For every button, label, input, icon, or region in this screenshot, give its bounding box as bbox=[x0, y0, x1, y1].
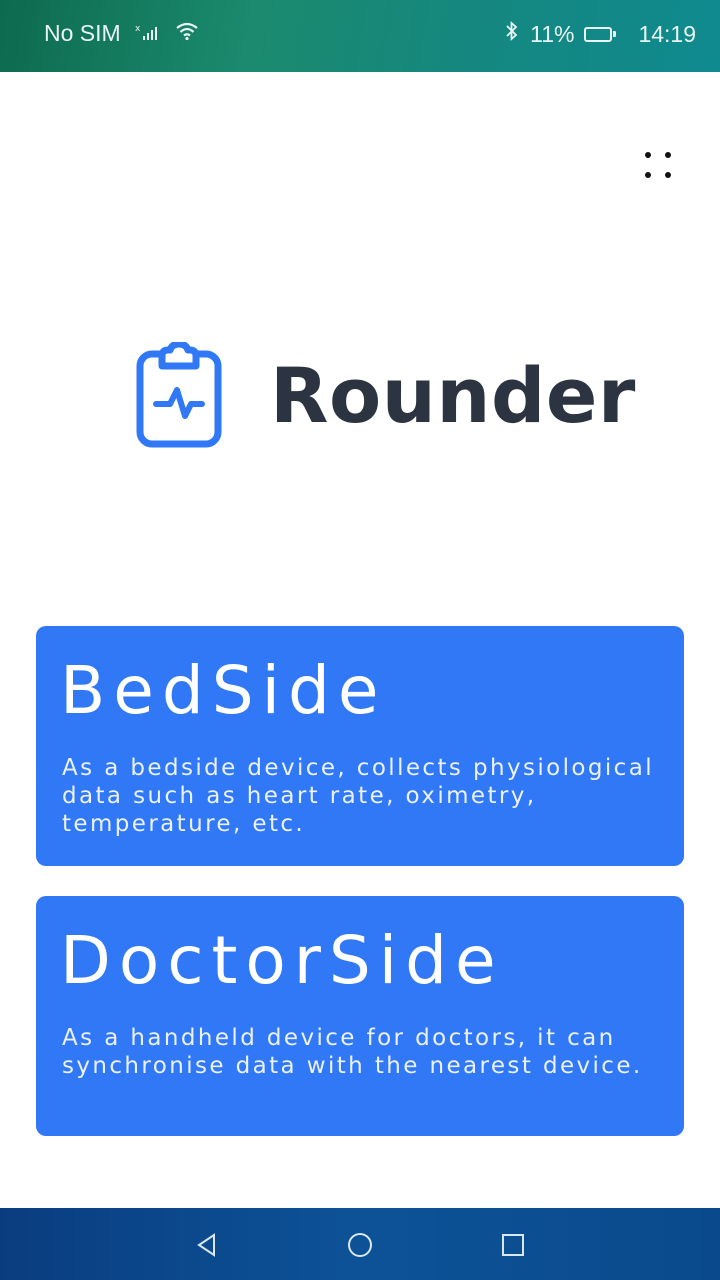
svg-text:x: x bbox=[135, 24, 141, 34]
signal-icon: x bbox=[135, 20, 161, 47]
clock: 14:19 bbox=[638, 20, 696, 47]
wifi-icon bbox=[175, 20, 199, 47]
back-triangle-icon[interactable] bbox=[192, 1230, 222, 1260]
doctorside-title: DoctorSide bbox=[60, 922, 504, 999]
bedside-description: As a bedside device, collects physiologi… bbox=[62, 755, 655, 837]
dots-menu-icon[interactable] bbox=[640, 148, 680, 188]
recent-square-icon[interactable] bbox=[498, 1230, 528, 1260]
clipboard-pulse-icon bbox=[136, 342, 222, 448]
battery-icon bbox=[584, 26, 617, 42]
app-title: Rounder bbox=[270, 350, 636, 440]
app-header: Rounder bbox=[136, 340, 636, 450]
status-bar: No SIM x 11% 14:19 bbox=[0, 0, 720, 72]
carrier-label: No SIM bbox=[44, 20, 121, 46]
bedside-title: BedSide bbox=[60, 652, 387, 729]
home-circle-icon[interactable] bbox=[345, 1230, 375, 1260]
bluetooth-icon bbox=[504, 20, 520, 48]
bedside-card[interactable]: BedSide As a bedside device, collects ph… bbox=[36, 626, 684, 866]
doctorside-card[interactable]: DoctorSide As a handheld device for doct… bbox=[36, 896, 684, 1136]
battery-percent: 11% bbox=[530, 20, 575, 47]
system-nav-bar bbox=[0, 1208, 720, 1280]
doctorside-description: As a handheld device for doctors, it can… bbox=[62, 1025, 643, 1079]
